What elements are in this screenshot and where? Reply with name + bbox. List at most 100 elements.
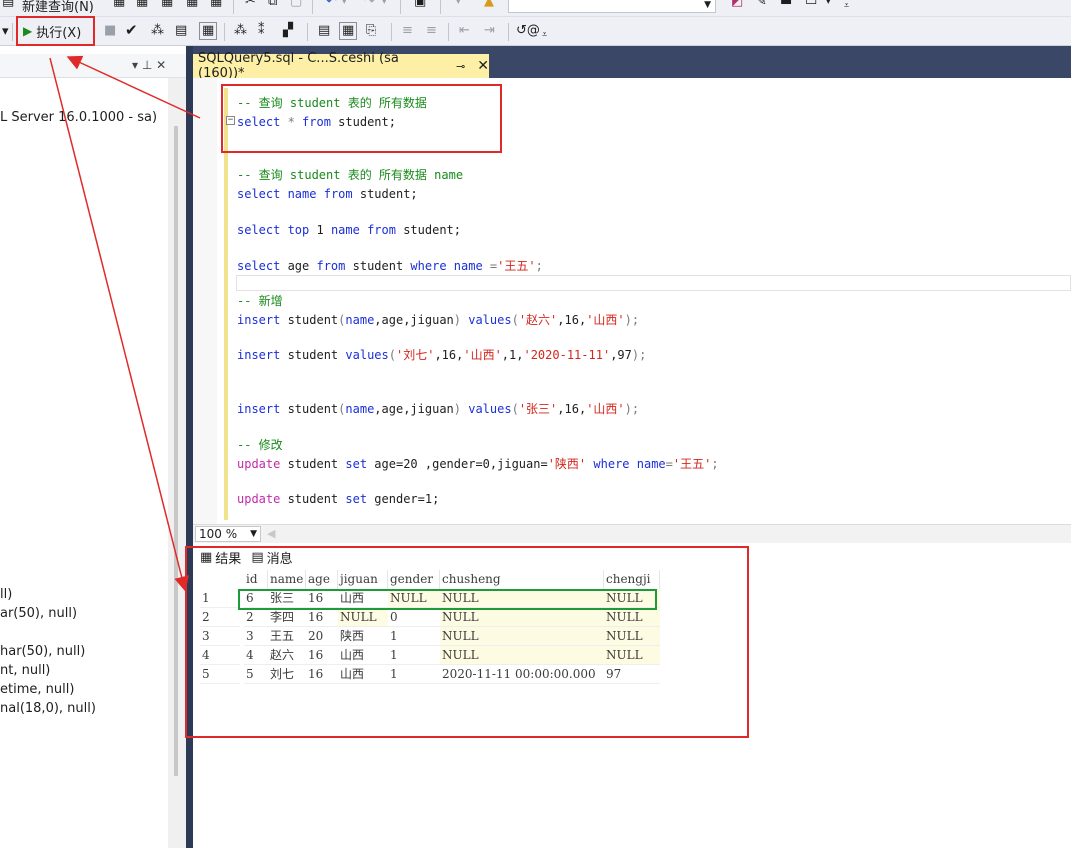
solution-explorer-icon[interactable]: ◩ bbox=[731, 0, 743, 9]
code-line[interactable]: -- 修改 bbox=[237, 437, 283, 453]
toolbar-separator bbox=[312, 0, 313, 14]
check-icon[interactable]: ✔ bbox=[125, 23, 138, 38]
redo-dropdown-icon[interactable]: ▾ bbox=[382, 0, 387, 9]
code-token: student bbox=[280, 313, 339, 327]
save-icon[interactable]: ▣ bbox=[414, 0, 426, 9]
server-node[interactable]: L Server 16.0.1000 - sa) bbox=[0, 110, 157, 125]
explorer-scrollbar-thumb[interactable] bbox=[174, 126, 178, 776]
column-node[interactable]: nt, null) bbox=[0, 663, 50, 678]
xmla-query-icon[interactable]: ▦ bbox=[161, 0, 173, 9]
code-token: '王五' bbox=[672, 457, 712, 471]
code-line[interactable]: insert student(name,age,jiguan) values('… bbox=[237, 401, 639, 417]
results-to-text-icon[interactable]: ▤ bbox=[318, 24, 330, 38]
pin-icon[interactable]: ⊸ bbox=[456, 60, 465, 73]
toolbar-separator bbox=[307, 23, 308, 41]
code-token: -- 新增 bbox=[237, 294, 283, 308]
code-line[interactable]: select top 1 name from student; bbox=[237, 222, 461, 238]
code-line[interactable]: update student set gender=1; bbox=[237, 491, 439, 507]
code-token: insert bbox=[237, 402, 281, 416]
code-line[interactable]: update student set age=20 ,gender=0,jigu… bbox=[237, 456, 719, 472]
toolbar-options-icon[interactable]: ⩡ bbox=[844, 0, 849, 13]
toolbar-separator bbox=[400, 0, 401, 14]
column-node[interactable]: ar(50), null) bbox=[0, 606, 77, 621]
results-to-grid-icon[interactable]: ▦ bbox=[339, 22, 358, 40]
code-line[interactable]: insert student values('刘七',16,'山西',1,'20… bbox=[237, 347, 646, 363]
code-token: '赵六' bbox=[518, 313, 558, 327]
code-token: set bbox=[345, 457, 368, 471]
scroll-left-icon[interactable]: ◀ bbox=[267, 527, 275, 540]
display-plan-icon[interactable]: ▦ bbox=[199, 22, 218, 40]
toolbar-separator bbox=[448, 23, 449, 41]
column-node[interactable]: har(50), null) bbox=[0, 644, 85, 659]
indent-icon[interactable]: ⇥ bbox=[484, 24, 495, 38]
intellisense-icon[interactable]: ⁑ bbox=[258, 24, 265, 38]
outdent-icon[interactable]: ⇤ bbox=[459, 24, 470, 38]
query-options-icon[interactable]: ⁂ bbox=[234, 24, 247, 38]
stop-icon[interactable]: ■ bbox=[104, 24, 116, 38]
dax-query-icon[interactable]: ▦ bbox=[186, 0, 198, 9]
close-icon[interactable]: ✕ bbox=[477, 58, 489, 74]
cut-icon[interactable]: ✂ bbox=[245, 0, 256, 9]
code-line[interactable]: select age from student where name ='王五'… bbox=[237, 258, 543, 274]
dropdown-icon[interactable]: ▾ bbox=[456, 0, 461, 9]
code-line[interactable]: select name from student; bbox=[237, 186, 418, 202]
code-token: student; bbox=[395, 223, 461, 237]
new-query-icon[interactable]: ▤ bbox=[2, 0, 14, 9]
code-token: ( bbox=[388, 348, 396, 362]
specify-values-icon[interactable]: ↺@ bbox=[516, 24, 540, 38]
code-token: '山西' bbox=[586, 313, 625, 327]
search-combo[interactable]: ▼ bbox=[508, 0, 716, 13]
column-node[interactable]: nal(18,0), null) bbox=[0, 701, 96, 716]
code-token: ,age,jiguan bbox=[374, 402, 454, 416]
tools-icon[interactable]: ✎ bbox=[756, 0, 767, 9]
properties-icon[interactable]: ▬ bbox=[780, 0, 792, 9]
tab-sqlquery5[interactable]: SQLQuery5.sql - C...S.ceshi (sa (160))* … bbox=[193, 51, 489, 81]
undo-icon[interactable]: ↶ bbox=[326, 0, 337, 9]
copy-icon[interactable]: ⧉ bbox=[268, 0, 277, 9]
analysis-query-icon[interactable]: ▦ bbox=[210, 0, 222, 9]
panel-controls[interactable]: ▾ ⊥ ✕ bbox=[132, 58, 166, 72]
code-line[interactable]: insert student(name,age,jiguan) values('… bbox=[237, 312, 639, 328]
redo-icon[interactable]: ↷ bbox=[364, 0, 375, 9]
new-query-button[interactable]: 新建查询(N) bbox=[22, 0, 94, 15]
code-token: from bbox=[323, 187, 353, 201]
code-token: values bbox=[468, 402, 512, 416]
parse-icon[interactable]: ▤ bbox=[175, 24, 187, 38]
code-token: ; bbox=[711, 457, 719, 471]
annotation-box-first-row bbox=[238, 589, 657, 610]
code-token: name bbox=[330, 223, 368, 237]
code-token: student bbox=[280, 402, 339, 416]
code-token: ,age,jiguan bbox=[374, 313, 454, 327]
debug-icon[interactable]: ⁂ bbox=[151, 24, 164, 38]
find-icon[interactable]: ▲ bbox=[484, 0, 494, 9]
mdx-query-icon[interactable]: ▦ bbox=[113, 0, 125, 9]
column-node[interactable]: ll) bbox=[0, 587, 12, 602]
toolbar-separator bbox=[224, 23, 225, 41]
code-token: ,16, bbox=[557, 313, 587, 327]
window-dropdown-icon[interactable]: ▾ bbox=[826, 0, 831, 9]
code-line[interactable]: -- 新增 bbox=[237, 293, 283, 309]
database-combo-edge[interactable]: ▾ bbox=[2, 25, 9, 39]
code-line[interactable]: -- 查询 student 表的 所有数据 name bbox=[237, 167, 463, 183]
chevron-down-icon: ▼ bbox=[704, 0, 711, 10]
object-explorer bbox=[0, 46, 186, 848]
zoom-select[interactable]: 100 % ▼ bbox=[195, 526, 261, 542]
current-line-highlight bbox=[236, 275, 1071, 291]
annotation-box-results bbox=[185, 546, 749, 738]
dmx-query-icon[interactable]: ▦ bbox=[136, 0, 148, 9]
code-token: gender=1; bbox=[367, 492, 440, 506]
code-token: '2020-11-11' bbox=[523, 348, 611, 362]
code-token: select bbox=[237, 223, 281, 237]
results-to-file-icon[interactable]: ⎘ bbox=[366, 24, 376, 38]
window-icon[interactable]: ▭ bbox=[805, 0, 817, 9]
paste-icon[interactable]: ▢ bbox=[290, 0, 302, 9]
code-token: name bbox=[345, 402, 375, 416]
comment-icon[interactable]: ≡ bbox=[402, 24, 413, 38]
undo-dropdown-icon[interactable]: ▾ bbox=[342, 0, 347, 9]
toolbar-options-icon[interactable]: ⩡ bbox=[542, 28, 547, 42]
column-node[interactable]: etime, null) bbox=[0, 682, 74, 697]
code-token: ) bbox=[453, 313, 469, 327]
uncomment-icon[interactable]: ≡ bbox=[426, 24, 437, 38]
include-plan-icon[interactable]: ▞ bbox=[283, 24, 293, 38]
